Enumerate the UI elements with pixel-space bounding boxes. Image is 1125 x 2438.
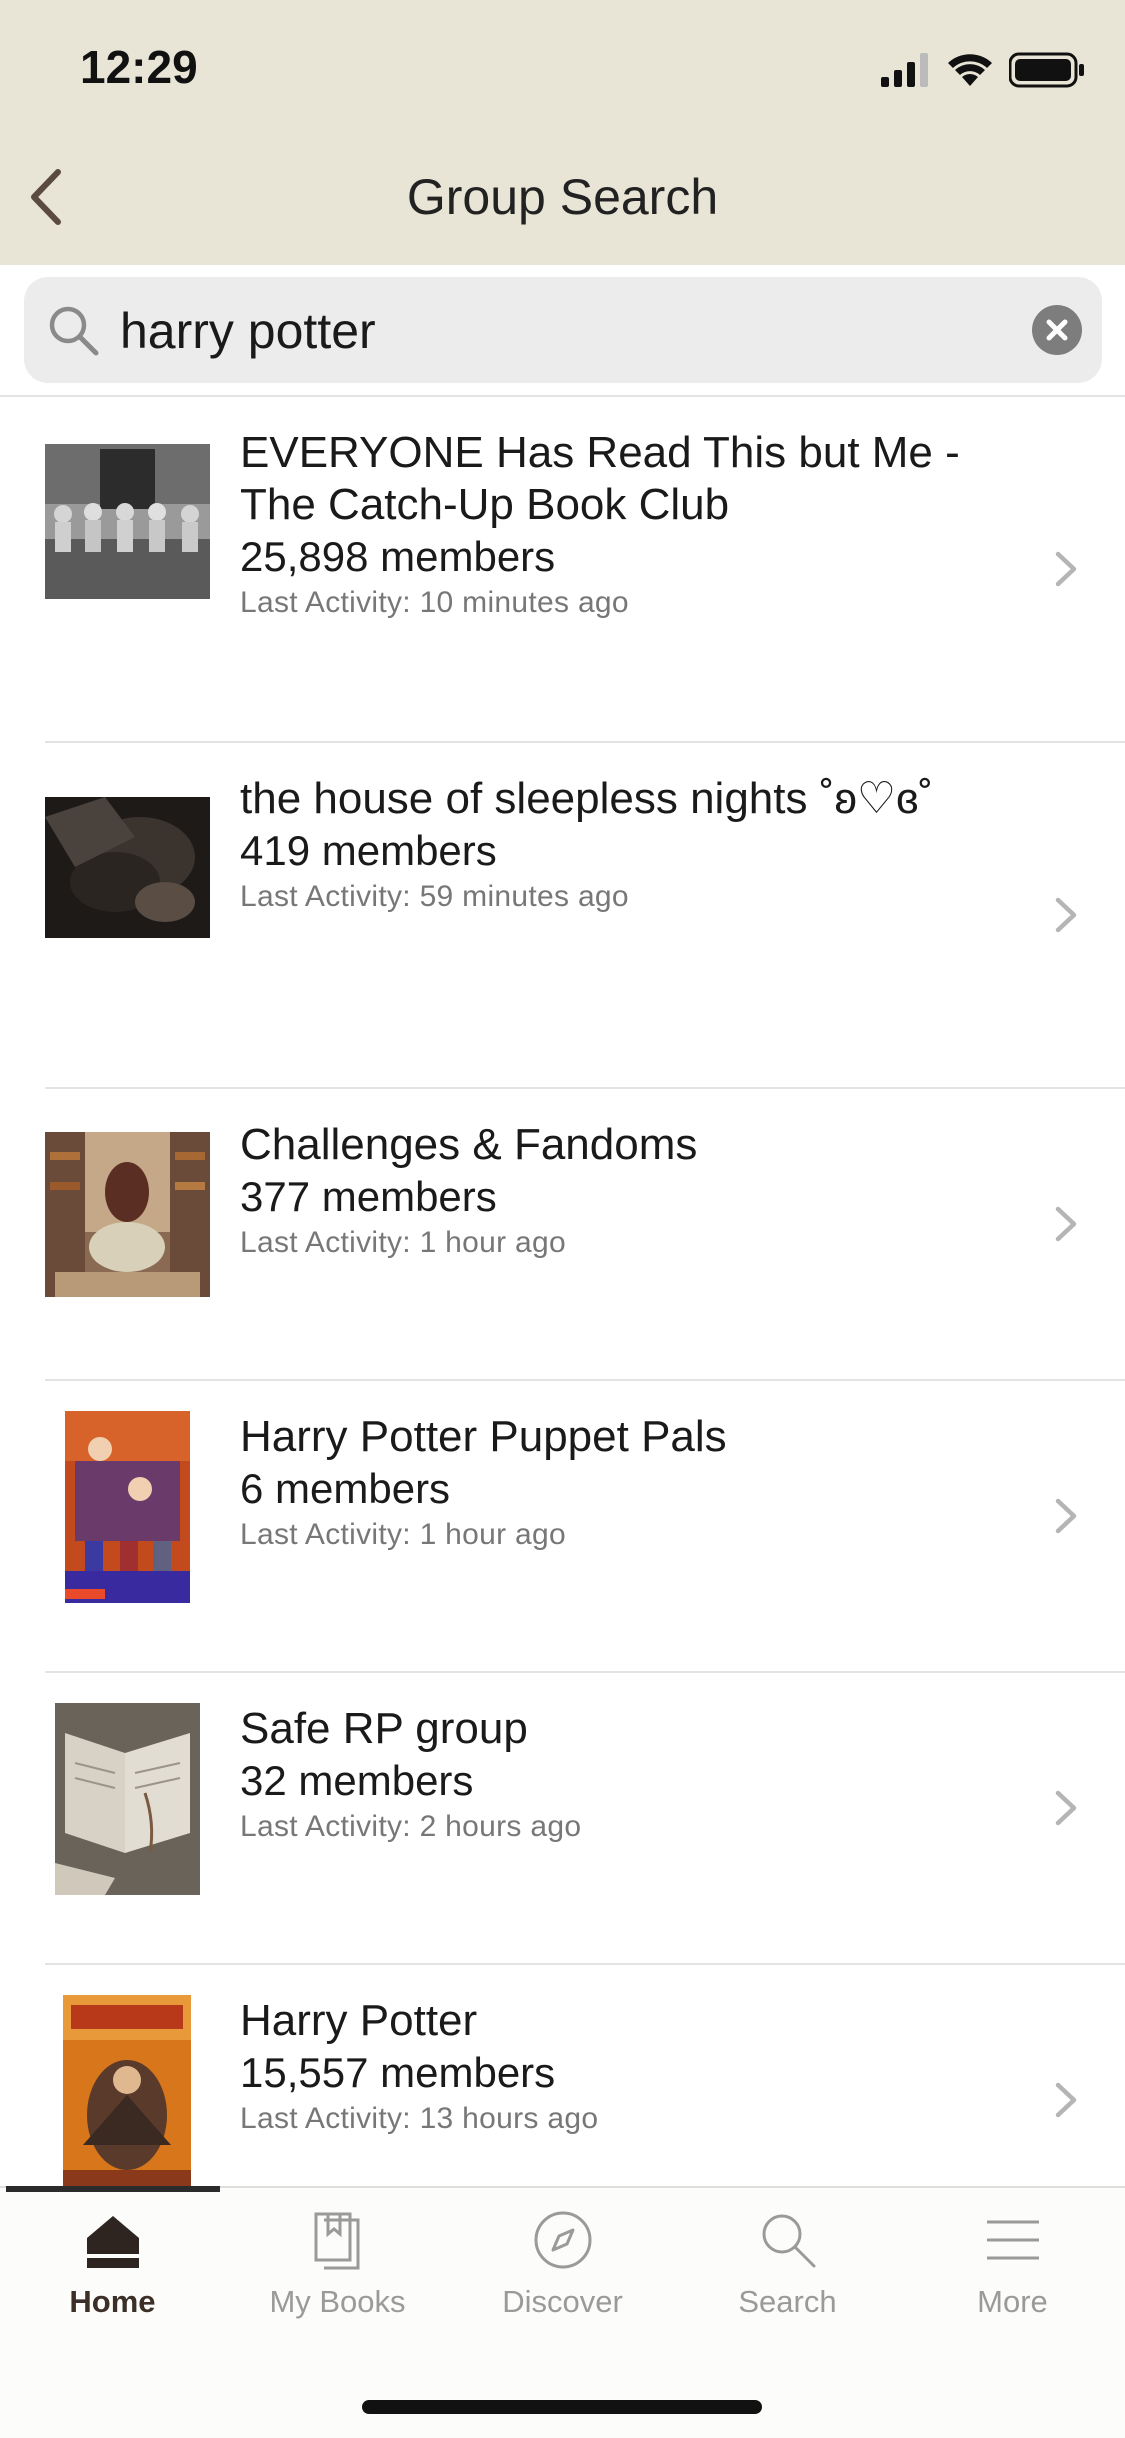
group-thumbnail bbox=[45, 797, 210, 938]
list-item[interactable]: Safe RP group 32 members Last Activity: … bbox=[45, 1673, 1125, 1965]
group-activity: Last Activity: 1 hour ago bbox=[240, 1518, 567, 1551]
app-header: 12:29 Group Search bbox=[0, 0, 1125, 267]
compass-icon bbox=[534, 2211, 591, 2269]
group-thumbnail bbox=[65, 1411, 190, 1603]
group-thumbnail bbox=[45, 444, 210, 599]
group-activity: Last Activity: 2 hours ago bbox=[240, 1810, 582, 1843]
search-field[interactable] bbox=[24, 277, 1102, 383]
tab-more[interactable]: More bbox=[900, 2208, 1125, 2348]
wifi-icon bbox=[948, 54, 992, 86]
list-item[interactable]: Harry Potter Puppet Pals 6 members Last … bbox=[45, 1381, 1125, 1673]
group-title: the house of sleepless nights ˚ʚ♡ɞ˚ bbox=[240, 774, 934, 823]
battery-icon bbox=[1009, 52, 1084, 88]
group-activity: Last Activity: 10 minutes ago bbox=[240, 586, 629, 619]
group-info: Harry Potter Puppet Pals 6 members Last … bbox=[240, 1411, 1040, 1555]
list-item[interactable]: the house of sleepless nights ˚ʚ♡ɞ˚ 419 … bbox=[45, 743, 1125, 1089]
home-icon bbox=[86, 2216, 139, 2268]
group-info: Harry Potter 15,557 members Last Activit… bbox=[240, 1995, 1040, 2139]
clear-search-button[interactable] bbox=[1032, 305, 1082, 355]
books-icon bbox=[314, 2212, 359, 2270]
group-members: 6 members bbox=[240, 1465, 451, 1512]
group-members: 25,898 members bbox=[240, 533, 556, 580]
chevron-right-icon bbox=[1055, 1790, 1077, 1826]
tab-label: Search bbox=[738, 2284, 837, 2319]
search-bar bbox=[0, 265, 1125, 397]
search-input[interactable] bbox=[118, 291, 1002, 371]
group-activity: Last Activity: 1 hour ago bbox=[240, 1226, 567, 1259]
signal-icon bbox=[881, 53, 928, 87]
group-members: 419 members bbox=[240, 827, 497, 874]
group-title: Challenges & Fandoms bbox=[240, 1120, 698, 1169]
group-info: EVERYONE Has Read This but Me - The Catc… bbox=[240, 427, 1040, 623]
group-members: 377 members bbox=[240, 1173, 497, 1220]
group-thumbnail bbox=[55, 1703, 200, 1895]
group-title: Harry Potter bbox=[240, 1996, 478, 2045]
group-title: Safe RP group bbox=[240, 1704, 528, 1753]
tab-label: Discover bbox=[502, 2284, 623, 2319]
close-icon bbox=[1046, 319, 1068, 341]
chevron-right-icon bbox=[1055, 897, 1077, 933]
group-title: Harry Potter Puppet Pals bbox=[240, 1412, 727, 1461]
active-tab-indicator bbox=[6, 2186, 220, 2192]
group-thumbnail bbox=[63, 1995, 191, 2187]
group-list: EVERYONE Has Read This but Me - The Catc… bbox=[0, 397, 1125, 2225]
home-indicator bbox=[362, 2400, 762, 2414]
page-title: Group Search bbox=[406, 169, 719, 225]
group-thumbnail bbox=[45, 1132, 210, 1297]
tab-my-books[interactable]: My Books bbox=[225, 2208, 450, 2348]
chevron-right-icon bbox=[1055, 2082, 1077, 2118]
tab-label: Home bbox=[69, 2284, 156, 2319]
status-time: 12:29 bbox=[80, 41, 198, 93]
chevron-right-icon bbox=[1055, 1498, 1077, 1534]
menu-icon bbox=[986, 2220, 1039, 2260]
group-title: EVERYONE Has Read This but Me - The Catc… bbox=[240, 428, 960, 529]
list-item[interactable]: EVERYONE Has Read This but Me - The Catc… bbox=[45, 397, 1125, 743]
tab-label: My Books bbox=[269, 2284, 406, 2319]
tab-discover[interactable]: Discover bbox=[450, 2208, 675, 2348]
group-members: 32 members bbox=[240, 1757, 474, 1804]
status-icons bbox=[881, 50, 1085, 90]
tab-home[interactable]: Home bbox=[0, 2208, 225, 2348]
chevron-right-icon bbox=[1055, 551, 1077, 587]
tab-search[interactable]: Search bbox=[675, 2208, 900, 2348]
search-icon bbox=[49, 306, 99, 356]
list-item[interactable]: Challenges & Fandoms 377 members Last Ac… bbox=[45, 1089, 1125, 1381]
group-info: the house of sleepless nights ˚ʚ♡ɞ˚ 419 … bbox=[240, 773, 1040, 917]
group-activity: Last Activity: 13 hours ago bbox=[240, 2102, 599, 2135]
group-info: Challenges & Fandoms 377 members Last Ac… bbox=[240, 1119, 1040, 1263]
search-icon bbox=[762, 2214, 815, 2268]
group-info: Safe RP group 32 members Last Activity: … bbox=[240, 1703, 1040, 1847]
group-members: 15,557 members bbox=[240, 2049, 556, 2096]
tab-label: More bbox=[977, 2284, 1048, 2319]
chevron-right-icon bbox=[1055, 1206, 1077, 1242]
group-activity: Last Activity: 59 minutes ago bbox=[240, 880, 629, 913]
